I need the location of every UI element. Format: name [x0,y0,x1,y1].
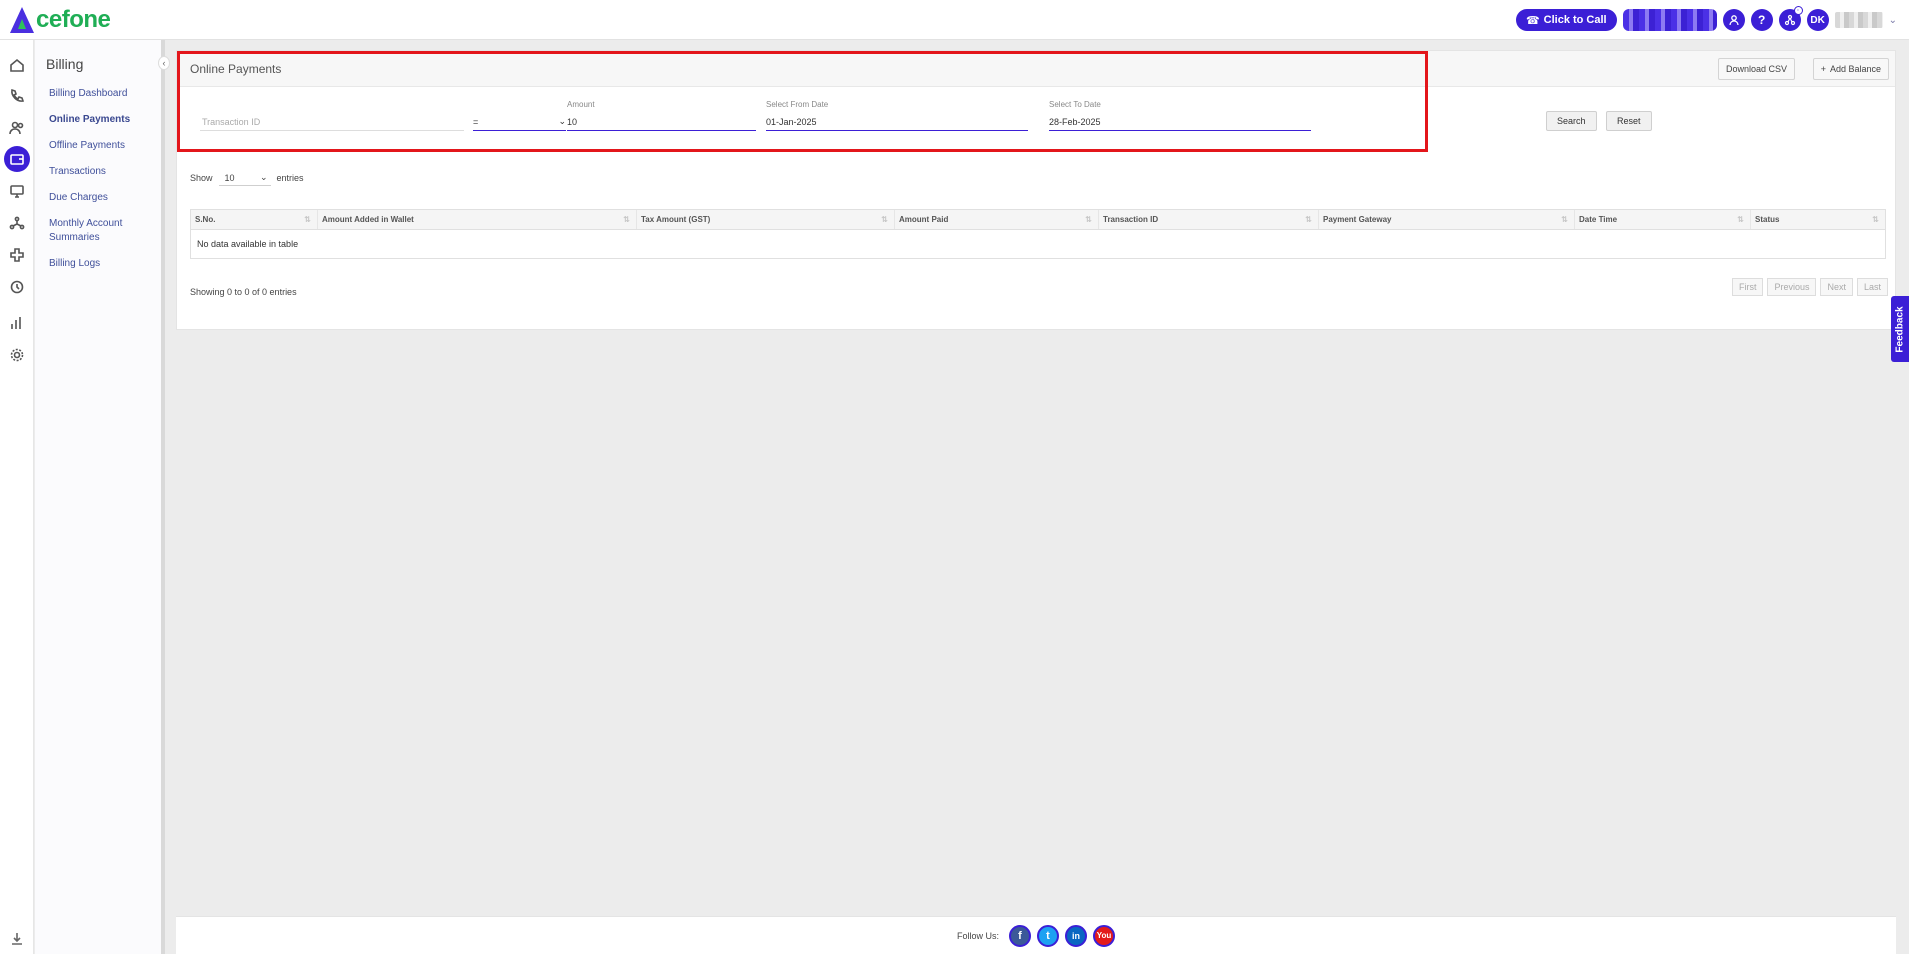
first-page-button[interactable]: First [1731,278,1764,296]
sort-icon: ⇅ [1085,215,1092,224]
notification-badge: · [1793,6,1803,15]
sidebar-item-due-charges[interactable]: Due Charges [49,191,149,205]
sort-icon: ⇅ [881,215,888,224]
column-header-payment-gateway[interactable]: Payment Gateway ⇅ [1319,210,1575,229]
sidebar-item-transactions[interactable]: Transactions [49,165,149,179]
download-icon[interactable] [10,932,24,946]
redacted-number-pill[interactable] [1622,9,1717,31]
phone-icon: ☎ [1525,14,1540,27]
phone-rail-icon[interactable] [6,85,28,107]
wallet-icon[interactable] [4,146,30,172]
users-icon[interactable] [6,117,28,139]
click-to-call-button[interactable]: ☎ Click to Call [1515,9,1617,31]
column-label: S.No. [195,215,216,224]
column-header-transaction-id[interactable]: Transaction ID ⇅ [1099,210,1319,229]
org-chart-icon[interactable] [6,212,28,234]
acefone-logo[interactable]: cefone [10,4,111,36]
follow-us-label: Follow Us: [956,930,999,941]
sidebar-item-billing-dashboard[interactable]: Billing Dashboard [49,87,149,101]
next-page-button[interactable]: Next [1820,278,1853,296]
payments-table: S.No. ⇅ Amount Added in Wallet ⇅ Tax Amoun… [190,209,1886,259]
column-label: Status [1755,215,1780,224]
sidebar-item-offline-payments[interactable]: Offline Payments [49,139,149,153]
linkedin-icon[interactable]: in [1065,924,1087,947]
last-page-button[interactable]: Last [1856,278,1888,296]
table-info: Showing 0 to 0 of 0 entries [190,287,297,297]
twitter-icon[interactable]: t [1037,924,1059,947]
download-csv-label: Download CSV [1725,64,1787,74]
sort-icon: ⇅ [1561,215,1568,224]
youtube-icon[interactable]: You [1093,924,1115,947]
column-label: Amount Added in Wallet [322,215,414,224]
column-label: Payment Gateway [1323,215,1392,224]
facebook-icon[interactable]: f [1009,924,1031,947]
home-icon[interactable] [6,54,28,76]
sidebar-item-online-payments[interactable]: Online Payments [49,113,149,127]
user-avatar[interactable]: DK [1806,9,1829,31]
contacts-icon[interactable] [1722,9,1745,31]
logo-text: cefone [36,6,111,33]
column-label: Tax Amount (GST) [641,215,711,224]
network-icon[interactable]: · [1778,6,1803,31]
search-button[interactable]: Search [1546,111,1597,131]
call-flow-icon[interactable] [6,276,28,298]
column-header-tax-amount[interactable]: Tax Amount (GST) ⇅ [637,210,895,229]
feedback-label: Feedback [1894,305,1906,353]
click-to-call-label: Click to Call [1543,14,1607,26]
settings-gear-icon[interactable] [6,344,28,366]
integrations-icon[interactable] [6,244,28,266]
logo-mark-icon [10,7,34,33]
icon-rail [0,40,34,954]
sort-icon: ⇅ [1305,215,1312,224]
redacted-user-name[interactable] [1834,12,1883,28]
column-label: Amount Paid [899,215,949,224]
add-balance-button[interactable]: + Add Balance [1812,58,1889,80]
sort-icon: ⇅ [623,215,630,224]
sidebar-divider [161,40,165,954]
reset-button[interactable]: Reset [1606,111,1652,131]
entries-per-page-select[interactable]: 10 ⌄ [218,170,271,186]
pagination: First Previous Next Last [1731,278,1888,296]
table-empty-row: No data available in table [197,239,299,249]
sort-icon: ⇅ [1872,215,1879,224]
highlight-box [177,51,1428,152]
sidebar-item-monthly-account-summaries[interactable]: Monthly Account Summaries [49,217,141,245]
sort-icon: ⇅ [1737,215,1744,224]
show-label: Show [190,173,213,183]
sort-icon: ⇅ [304,215,311,224]
column-header-status[interactable]: Status ⇅ [1751,210,1885,229]
reports-icon[interactable] [6,312,28,334]
feedback-tab[interactable]: Feedback [1891,296,1909,362]
collapse-sidebar-chevron-icon[interactable]: ‹ [158,56,170,70]
sidebar-title: Billing [46,56,84,72]
billing-sidebar: Billing Billing Dashboard Online Payment… [35,40,161,954]
column-header-amount-added[interactable]: Amount Added in Wallet ⇅ [318,210,637,229]
footer: Follow Us: f t in You [176,916,1896,954]
help-icon[interactable]: ? [1750,9,1773,31]
sidebar-item-billing-logs[interactable]: Billing Logs [49,257,149,271]
chevron-down-icon[interactable]: ⌄ [1889,15,1897,26]
previous-page-button[interactable]: Previous [1767,278,1817,296]
column-label: Date Time [1579,215,1618,224]
column-header-date-time[interactable]: Date Time ⇅ [1575,210,1751,229]
top-bar: cefone ☎ Click to Call ? · DK ⌄ [0,0,1909,40]
plus-icon: + [1820,64,1826,74]
table-header: S.No. ⇅ Amount Added in Wallet ⇅ Tax Amoun… [191,210,1885,230]
show-entries-row: Show 10 ⌄ entries [190,170,304,186]
column-header-amount-paid[interactable]: Amount Paid ⇅ [895,210,1099,229]
column-header-sno[interactable]: S.No. ⇅ [191,210,318,229]
entries-value: 10 [224,172,235,183]
entries-label: entries [276,173,304,183]
monitor-icon[interactable] [6,180,28,202]
column-label: Transaction ID [1103,215,1159,224]
chevron-down-icon: ⌄ [259,172,268,182]
add-balance-label: Add Balance [1829,64,1881,74]
top-right-actions: ☎ Click to Call ? · DK ⌄ [1515,6,1897,31]
download-csv-button[interactable]: Download CSV [1717,58,1795,80]
